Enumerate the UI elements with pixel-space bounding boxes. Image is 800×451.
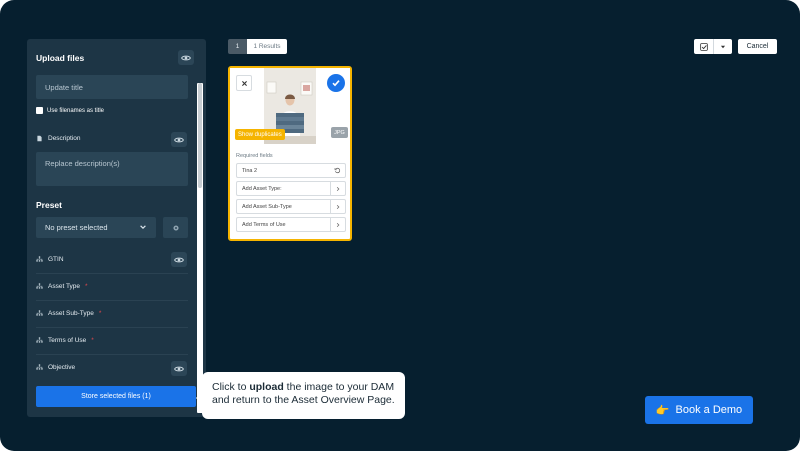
- field-divider: [36, 327, 188, 328]
- store-selected-files-button[interactable]: Store selected files (1): [36, 386, 196, 407]
- hierarchy-icon: [36, 256, 43, 262]
- field-divider: [36, 273, 188, 274]
- add-terms-of-use-field[interactable]: Add Terms of Use: [236, 217, 346, 232]
- field-divider: [36, 300, 188, 301]
- select-options-dropdown[interactable]: [713, 39, 732, 54]
- hierarchy-icon: [36, 283, 43, 289]
- description-textarea[interactable]: Replace description(s): [36, 152, 188, 186]
- title-input[interactable]: Update title: [36, 75, 188, 99]
- use-filenames-label: Use filenames as title: [47, 107, 105, 114]
- field-terms-of-use-label: Terms of Use: [48, 337, 87, 344]
- asset-title-field[interactable]: Tina 2: [236, 163, 346, 178]
- bulk-select-group: [694, 39, 732, 54]
- objective-visibility-eye-icon[interactable]: [171, 361, 187, 376]
- upload-tooltip: Click to upload the image to your DAM an…: [196, 372, 405, 419]
- hierarchy-icon: [36, 364, 43, 370]
- app-stage: Upload files Update title Use filenames …: [0, 0, 800, 451]
- use-filenames-checkbox[interactable]: [36, 107, 43, 114]
- required-marker: *: [85, 283, 88, 290]
- add-asset-type-field[interactable]: Add Asset Type:: [236, 181, 346, 196]
- pointing-hand-icon: 👉: [655, 404, 670, 417]
- results-count: 1 Results: [247, 39, 287, 54]
- document-icon: [37, 135, 42, 142]
- field-gtin: GTIN: [36, 256, 64, 263]
- asset-preview: Show duplicates JPG: [230, 68, 350, 146]
- hierarchy-icon: [36, 337, 43, 343]
- upload-panel-content: Upload files Update title Use filenames …: [27, 39, 197, 417]
- checkbox-checked-icon: [699, 42, 708, 51]
- undo-icon: [334, 167, 341, 174]
- add-asset-subtype-label: Add Asset Sub-Type: [242, 203, 292, 210]
- title-visibility-eye-icon[interactable]: [178, 50, 194, 65]
- tooltip-text-start: Click to: [212, 381, 250, 393]
- description-label-row: Description: [36, 135, 81, 142]
- hierarchy-icon: [36, 310, 43, 316]
- required-fields-label: Required fields: [236, 153, 273, 159]
- chevron-right-icon[interactable]: [330, 182, 345, 195]
- add-terms-of-use-label: Add Terms of Use: [242, 221, 286, 228]
- upload-panel: Upload files Update title Use filenames …: [27, 39, 206, 417]
- selected-count-badge: 1: [228, 39, 247, 54]
- field-asset-subtype: Asset Sub-Type *: [36, 310, 101, 317]
- field-gtin-label: GTIN: [48, 256, 64, 263]
- gtin-visibility-eye-icon[interactable]: [171, 252, 187, 267]
- add-asset-subtype-field[interactable]: Add Asset Sub-Type: [236, 199, 346, 214]
- chevron-right-icon[interactable]: [330, 200, 345, 213]
- scrollbar-thumb[interactable]: [198, 83, 202, 188]
- chevron-down-icon: [140, 225, 146, 230]
- panel-scrollbar[interactable]: [197, 83, 203, 413]
- check-icon: [332, 80, 340, 87]
- cancel-button[interactable]: Cancel: [738, 39, 777, 54]
- asset-title-value: Tina 2: [242, 167, 258, 174]
- required-marker: *: [91, 337, 94, 344]
- description-visibility-eye-icon[interactable]: [171, 132, 187, 147]
- add-asset-type-label: Add Asset Type:: [242, 185, 282, 192]
- tooltip-text-bold: upload: [249, 381, 284, 393]
- preset-select-value: No preset selected: [45, 223, 108, 232]
- preset-title: Preset: [36, 200, 62, 210]
- field-asset-type-label: Asset Type: [48, 283, 81, 290]
- field-divider: [36, 354, 188, 355]
- show-duplicates-badge[interactable]: Show duplicates: [235, 129, 285, 140]
- remove-asset-button[interactable]: [236, 75, 252, 91]
- select-all-button[interactable]: [694, 39, 713, 54]
- asset-card[interactable]: Show duplicates JPG Required fields Tina…: [228, 66, 352, 241]
- use-filenames-option[interactable]: Use filenames as title: [36, 107, 104, 114]
- book-demo-button[interactable]: 👉 Book a Demo: [645, 396, 753, 424]
- field-asset-type: Asset Type *: [36, 283, 88, 290]
- caret-down-icon: [720, 45, 726, 48]
- field-objective: Objective: [36, 364, 75, 371]
- upload-panel-title: Upload files: [36, 53, 85, 63]
- asset-selected-toggle[interactable]: [327, 74, 345, 92]
- book-demo-label: Book a Demo: [675, 404, 743, 416]
- required-marker: *: [98, 310, 102, 317]
- file-type-badge: JPG: [331, 127, 348, 138]
- preset-select[interactable]: No preset selected: [36, 217, 156, 238]
- reset-title-button[interactable]: [330, 164, 345, 177]
- field-objective-label: Objective: [48, 364, 76, 371]
- field-terms-of-use: Terms of Use *: [36, 337, 94, 344]
- field-asset-subtype-label: Asset Sub-Type: [48, 310, 94, 317]
- chevron-right-icon[interactable]: [330, 218, 345, 231]
- gear-icon: [172, 224, 179, 231]
- close-icon: [241, 80, 247, 86]
- preset-settings-button[interactable]: [163, 217, 188, 238]
- description-label: Description: [48, 135, 81, 142]
